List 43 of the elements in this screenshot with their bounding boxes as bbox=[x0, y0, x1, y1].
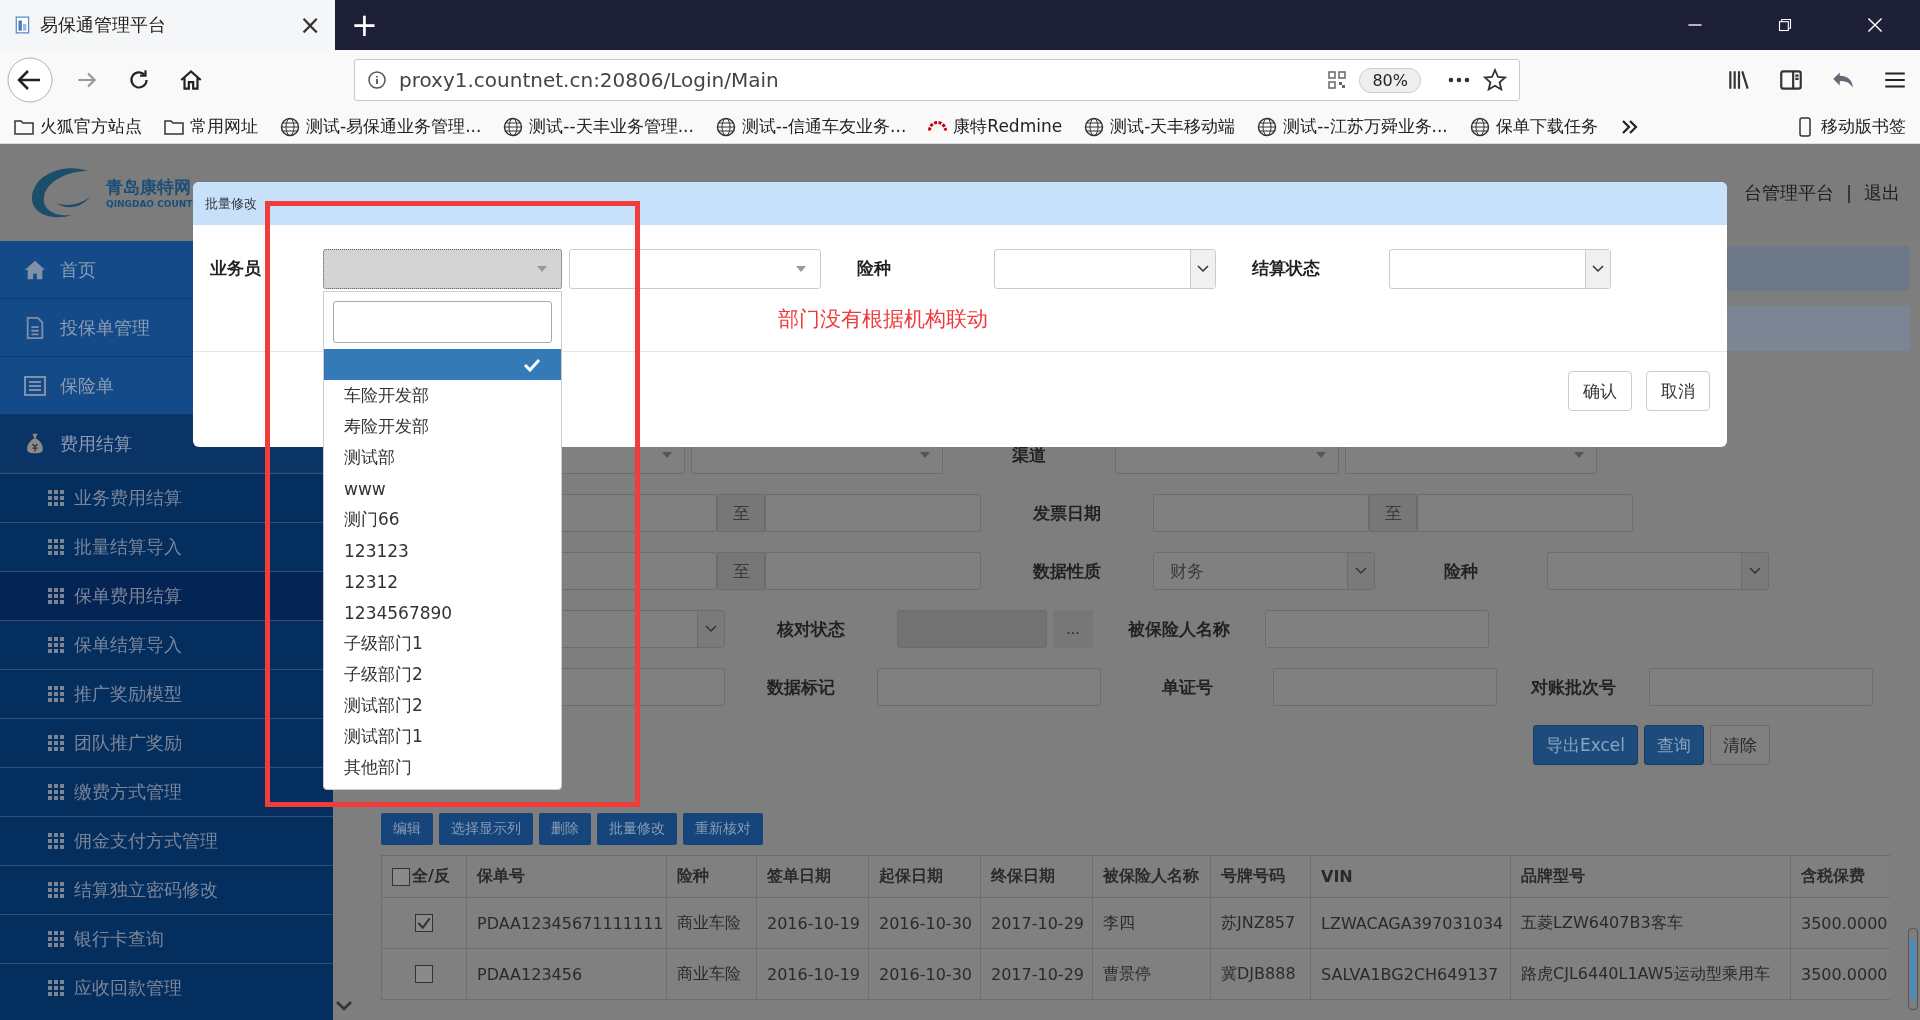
logo-subtitle: QINGDAO COUNT bbox=[106, 199, 193, 209]
table-cell: 冀DJB888 bbox=[1221, 963, 1296, 985]
range-separator: 至 bbox=[717, 494, 765, 532]
column-header: 全/反 bbox=[412, 866, 450, 887]
table-cell: 路虎CJL6440L1AW5运动型乘用车 bbox=[1521, 963, 1770, 985]
table-cell: 3500.0000 bbox=[1801, 964, 1888, 984]
field-label: 发票日期 bbox=[1032, 501, 1102, 525]
table-cell: 2016-10-30 bbox=[879, 913, 972, 933]
field-label: 险种 bbox=[857, 257, 892, 280]
field-label: 结算状态 bbox=[1252, 257, 1321, 280]
field-label: 渠道 bbox=[1011, 443, 1047, 467]
table-cell: 2017-10-29 bbox=[991, 913, 1084, 933]
field-label: 对账批次号 bbox=[1529, 675, 1617, 699]
table-cell: 商业车险 bbox=[677, 963, 741, 985]
tab-title: 易保通管理平台 bbox=[40, 13, 167, 37]
range-separator: 至 bbox=[1369, 494, 1417, 532]
table-cell: 2017-10-29 bbox=[991, 964, 1084, 984]
dialog-title: 批量修改 bbox=[205, 194, 257, 213]
separator: | bbox=[1845, 182, 1852, 203]
field-label: 业务员 bbox=[210, 257, 262, 280]
field-label: 数据标记 bbox=[766, 675, 836, 699]
logo-title: 青岛康特网 bbox=[106, 176, 192, 199]
table-cell: 2016-10-19 bbox=[767, 913, 860, 933]
range-separator: 至 bbox=[717, 552, 765, 590]
field-label: 险种 bbox=[1443, 559, 1479, 583]
table-cell: 苏JNZ857 bbox=[1221, 912, 1296, 934]
table-cell: 3500.0000 bbox=[1801, 913, 1888, 933]
url-text: proxy1.countnet.cn:20806/Login/Main bbox=[399, 68, 779, 92]
table-cell: SALVA1BG2CH649137 bbox=[1321, 964, 1499, 984]
table-cell: LZWACAGA397031034 bbox=[1321, 913, 1504, 933]
table-cell: PDAA123456 bbox=[477, 964, 583, 984]
table-cell: 曹景停 bbox=[1103, 963, 1151, 985]
field-label: 单证号 bbox=[1160, 675, 1214, 699]
table-cell: 五菱LZW6407B3客车 bbox=[1521, 912, 1683, 934]
table-cell: 2016-10-30 bbox=[879, 964, 972, 984]
table-cell: PDAA12345671111111 bbox=[477, 913, 664, 933]
field-label: 被保险人名称 bbox=[1126, 617, 1231, 641]
table-cell: 商业车险 bbox=[677, 912, 741, 934]
table-cell: 李四 bbox=[1103, 912, 1135, 934]
table-cell: 2016-10-19 bbox=[767, 964, 860, 984]
field-label: 数据性质 bbox=[1032, 559, 1102, 583]
field-label: 核对状态 bbox=[775, 617, 846, 641]
annotation-note: 部门没有根据机构联动 bbox=[778, 306, 988, 333]
